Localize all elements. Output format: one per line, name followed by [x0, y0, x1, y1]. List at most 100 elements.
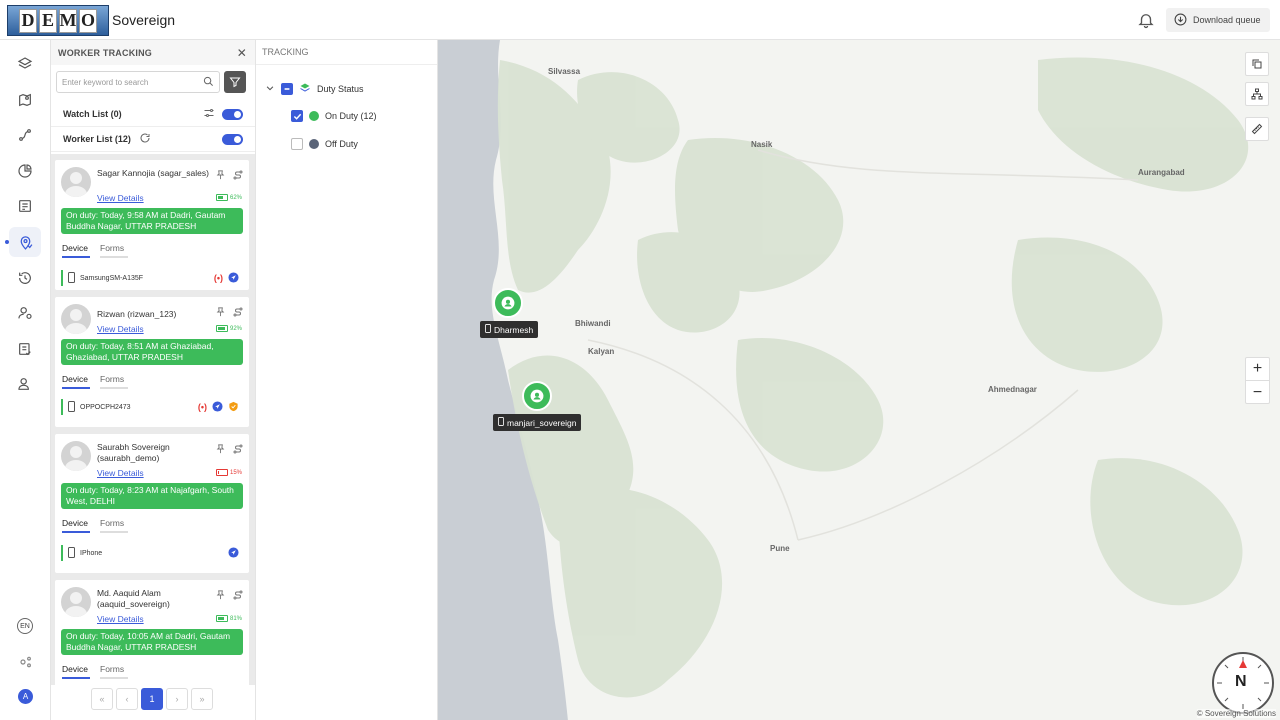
hierarchy-button[interactable]	[1245, 82, 1269, 106]
report-icon[interactable]	[16, 197, 34, 215]
compass-icon[interactable]: N	[1212, 652, 1274, 714]
copy-layers-button[interactable]	[1245, 52, 1269, 76]
city-label: Silvassa	[548, 67, 581, 76]
pin-icon[interactable]	[215, 305, 226, 323]
page-prev-button[interactable]: ‹	[116, 688, 138, 710]
battery-percent: 15%	[230, 469, 243, 476]
filter-button[interactable]	[224, 71, 246, 93]
settings-icon[interactable]	[16, 653, 34, 671]
page-last-button[interactable]: »	[191, 688, 213, 710]
signal-icon: (•)	[197, 402, 207, 412]
tab-device[interactable]: Device	[62, 518, 90, 533]
worker-card[interactable]: Rizwan (rizwan_123) View Details 92% On …	[55, 297, 249, 427]
off-duty-checkbox[interactable]	[291, 138, 303, 150]
phone-icon	[68, 400, 75, 414]
on-duty-label: On Duty (12)	[325, 111, 377, 121]
measure-button[interactable]	[1245, 117, 1269, 141]
marker-name: manjari_sovereign	[507, 417, 577, 428]
search-row: Enter keyword to search	[56, 71, 246, 93]
tab-device[interactable]: Device	[62, 374, 90, 389]
view-details-link[interactable]: View Details	[97, 614, 144, 624]
view-details-link[interactable]: View Details	[97, 193, 144, 203]
device-row: OPPOCPH2473 (•)	[61, 399, 243, 415]
tab-forms[interactable]: Forms	[100, 374, 128, 389]
worker-card[interactable]: Sagar Kannojia (sagar_sales) View Detail…	[55, 160, 249, 290]
watch-list-toggle[interactable]	[222, 108, 243, 120]
watch-list-row[interactable]: Watch List (0)	[51, 102, 255, 127]
tab-forms[interactable]: Forms	[100, 518, 128, 533]
on-duty-node[interactable]: On Duty (12)	[291, 110, 377, 122]
on-duty-checkbox[interactable]	[291, 110, 303, 122]
task-list-icon[interactable]	[16, 340, 34, 358]
download-queue-label: Download queue	[1193, 15, 1261, 25]
worker-name: Md. Aaquid Alam (aaquid_sovereign)	[97, 588, 170, 609]
route-icon[interactable]	[232, 168, 244, 186]
zoom-out-button[interactable]: −	[1246, 381, 1269, 404]
worker-list-row[interactable]: Worker List (12)	[51, 127, 255, 152]
view-details-link[interactable]: View Details	[97, 468, 144, 478]
worker-tracking-icon[interactable]	[16, 233, 34, 251]
sliders-icon[interactable]	[203, 107, 215, 121]
chevron-down-icon[interactable]	[265, 83, 275, 95]
view-details-link[interactable]: View Details	[97, 324, 144, 334]
worker-list-toggle[interactable]	[222, 133, 243, 145]
pin-icon[interactable]	[215, 168, 226, 186]
route-icon[interactable]	[232, 305, 244, 323]
worker-marker-label[interactable]: manjari_sovereign	[493, 414, 582, 431]
duty-status-node[interactable]: Duty Status	[265, 82, 364, 96]
user-avatar[interactable]: A	[18, 689, 33, 704]
worker-name: Sagar Kannojia (sagar_sales)	[97, 168, 209, 178]
city-label: Nasik	[751, 140, 773, 149]
tab-forms[interactable]: Forms	[100, 664, 128, 679]
worker-map-marker[interactable]	[493, 288, 523, 318]
search-input[interactable]: Enter keyword to search	[56, 71, 220, 93]
route-icon[interactable]	[232, 588, 244, 606]
refresh-icon[interactable]	[139, 132, 151, 146]
off-duty-dot	[309, 139, 319, 149]
pie-chart-icon[interactable]	[16, 162, 34, 180]
pin-icon[interactable]	[215, 588, 226, 606]
download-icon	[1174, 13, 1187, 28]
page-current-button[interactable]: 1	[141, 688, 163, 710]
history-icon[interactable]	[16, 269, 34, 287]
worker-card[interactable]: Saurabh Sovereign (saurabh_demo) View De…	[55, 434, 249, 573]
download-queue-button[interactable]: Download queue	[1166, 8, 1270, 32]
ruler-icon	[1251, 123, 1263, 135]
layers-icon[interactable]	[16, 55, 34, 73]
map-view[interactable]: Silvassa Nasik Aurangabad Bhiwandi Kalya…	[438, 40, 1280, 720]
map-pin-icon[interactable]	[16, 91, 34, 109]
worker-list-label: Worker List (12)	[63, 134, 131, 144]
worker-marker-label[interactable]: Dharmesh	[480, 321, 539, 338]
search-icon	[203, 76, 214, 89]
map-attribution: © Sovereign Solutions	[1196, 709, 1276, 718]
tab-forms[interactable]: Forms	[100, 243, 128, 258]
language-selector[interactable]: EN	[17, 618, 33, 634]
tracking-panel: TRACKING Duty Status On Duty (12) Off Du…	[256, 40, 438, 720]
worker-tracking-header: WORKER TRACKING ✕	[51, 40, 255, 65]
zoom-in-button[interactable]: +	[1246, 358, 1269, 381]
duty-status-label: Duty Status	[317, 84, 364, 94]
bell-icon[interactable]	[1137, 11, 1155, 29]
device-status-icons: (•)	[197, 400, 239, 414]
page-next-button[interactable]: ›	[166, 688, 188, 710]
route-icon[interactable]	[16, 126, 34, 144]
logo-letter: O	[79, 8, 97, 33]
user-settings-icon[interactable]	[16, 304, 34, 322]
demo-logo[interactable]: D E M O	[7, 5, 109, 36]
duty-status-checkbox[interactable]	[281, 83, 293, 95]
off-duty-node[interactable]: Off Duty	[291, 138, 358, 150]
tracking-header: TRACKING	[256, 40, 437, 65]
worker-card[interactable]: Md. Aaquid Alam (aaquid_sovereign) View …	[55, 580, 249, 685]
worker-map-marker[interactable]	[522, 381, 552, 411]
close-icon[interactable]: ✕	[237, 46, 247, 60]
tab-device[interactable]: Device	[62, 664, 90, 679]
user-icon	[501, 296, 515, 310]
pin-icon[interactable]	[215, 442, 226, 460]
user-admin-icon[interactable]	[16, 375, 34, 393]
duty-status-banner: On duty: Today, 8:51 AM at Ghaziabad, Gh…	[61, 339, 243, 365]
page-first-button[interactable]: «	[91, 688, 113, 710]
battery-indicator: 81%	[216, 615, 242, 622]
tab-device[interactable]: Device	[62, 243, 90, 258]
layers-icon	[299, 82, 311, 96]
route-icon[interactable]	[232, 442, 244, 460]
